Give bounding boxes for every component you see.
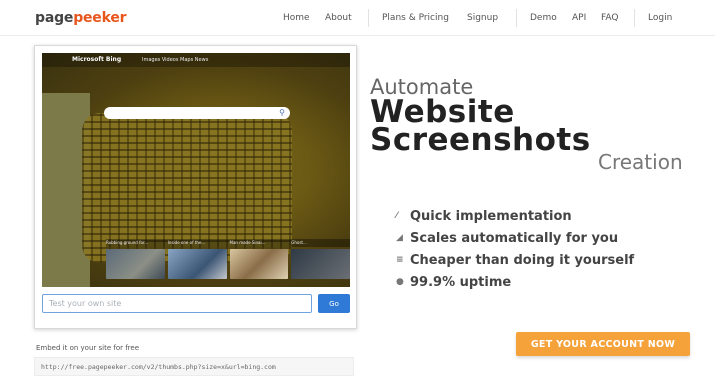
news-tile-image (291, 249, 350, 279)
bing-menu: Images Videos Maps News (142, 57, 209, 63)
feature-item: ● 99.9% uptime (396, 271, 634, 293)
nav-plans-pricing[interactable]: Plans & Pricing (382, 13, 449, 23)
tile-caption: Inside one of the... (167, 240, 206, 245)
nav-divider (368, 9, 369, 27)
feature-label: 99.9% uptime (410, 274, 512, 290)
search-icon: ⚲ (279, 108, 285, 117)
news-tile-image (106, 249, 165, 279)
nav-home[interactable]: Home (283, 13, 310, 23)
nav-api[interactable]: API (572, 13, 586, 23)
news-tiles (106, 249, 350, 279)
feature-item: ◢ Scales automatically for you (396, 227, 634, 249)
nav-faq[interactable]: FAQ (601, 13, 618, 23)
nav-signup[interactable]: Signup (467, 13, 498, 23)
tile-captions: Rubbing ground for... Inside one of the.… (106, 240, 350, 245)
bing-topbar: Microsoft Bing Images Videos Maps News (42, 53, 350, 67)
nav-demo[interactable]: Demo (530, 13, 557, 23)
bing-screenshot-preview: Microsoft Bing Images Videos Maps News ⚲… (42, 53, 350, 287)
test-site-input[interactable] (42, 294, 312, 313)
feature-item: ≡ Cheaper than doing it yourself (396, 249, 634, 271)
preview-frame: Microsoft Bing Images Videos Maps News ⚲… (34, 45, 357, 329)
news-tile-image (167, 249, 227, 279)
go-button[interactable]: Go (318, 294, 350, 313)
nav-divider (516, 9, 517, 27)
feature-list: ⁄ Quick implementation ◢ Scales automati… (396, 205, 634, 293)
tile-caption: Rubbing ground for... (106, 240, 149, 245)
scale-icon: ◢ (396, 233, 403, 243)
news-tile-image (229, 249, 289, 279)
feature-label: Quick implementation (410, 208, 572, 224)
logo-text-peeker: peeker (73, 10, 127, 26)
top-header: pagepeeker Home About Plans & Pricing Si… (0, 0, 715, 36)
nav-login[interactable]: Login (648, 13, 672, 23)
feature-label: Cheaper than doing it yourself (410, 252, 635, 268)
bing-logo: Microsoft Bing (72, 56, 122, 63)
hero-line-creation: Creation (598, 150, 683, 174)
list-icon: ≡ (396, 255, 404, 265)
tile-caption: Man made Sinai... (229, 240, 266, 245)
nav-about[interactable]: About (325, 13, 352, 23)
embed-code-field[interactable]: http://free.pagepeeker.com/v2/thumbs.php… (34, 357, 354, 376)
embed-label: Embed it on your site for free (36, 344, 140, 352)
pagepeeker-logo[interactable]: pagepeeker (35, 10, 127, 26)
hero-line-screenshots: Screenshots (370, 122, 591, 158)
nav-divider (634, 9, 635, 27)
feature-label: Scales automatically for you (410, 230, 619, 246)
bing-search-box: ⚲ (104, 107, 290, 119)
wand-icon: ⁄ (396, 211, 398, 221)
get-account-button[interactable]: GET YOUR ACCOUNT NOW (516, 332, 690, 356)
logo-text-page: page (35, 10, 74, 26)
circle-icon: ● (396, 277, 404, 287)
tile-caption: Ghost... (291, 240, 307, 245)
feature-item: ⁄ Quick implementation (396, 205, 634, 227)
